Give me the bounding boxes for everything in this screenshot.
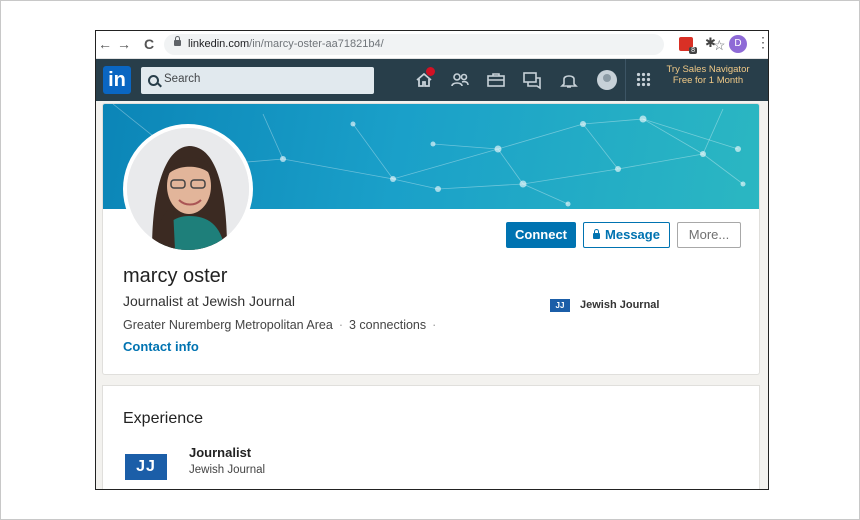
extensions-puzzle-icon[interactable]: ✱ (705, 35, 716, 51)
connections-count[interactable]: 3 connections (349, 318, 426, 332)
forward-arrow-icon[interactable]: → (115, 35, 133, 53)
message-button[interactable]: Message (583, 222, 670, 248)
header-divider (625, 59, 626, 101)
url-text[interactable]: linkedin.com/in/marcy-oster-aa71821b4/ (188, 38, 384, 50)
more-button[interactable]: More... (677, 222, 741, 248)
work-grid-icon[interactable] (636, 72, 651, 87)
lock-icon (593, 229, 601, 239)
notifications-icon[interactable] (559, 70, 579, 90)
browser-window: ← → C linkedin.com/in/marcy-oster-aa7182… (95, 30, 769, 490)
linkedin-header: in Search Try Sales Navigator Free for 1 (96, 59, 768, 101)
current-company-link[interactable]: Jewish Journal (580, 299, 659, 311)
experience-company-logo[interactable]: JJ (125, 454, 167, 480)
contact-info-link[interactable]: Contact info (123, 339, 199, 354)
profile-headline: Journalist at Jewish Journal (123, 293, 295, 309)
profile-photo[interactable] (123, 124, 253, 254)
experience-section: Experience JJ Journalist Jewish Journal (103, 386, 759, 489)
browser-menu-icon[interactable]: ⋮ (756, 34, 768, 51)
reload-icon[interactable]: C (140, 35, 158, 53)
back-arrow-icon[interactable]: ← (96, 35, 114, 53)
profile-name: marcy oster (123, 265, 228, 287)
address-bar[interactable]: linkedin.com/in/marcy-oster-aa71821b4/ ☆ (164, 34, 726, 55)
message-button-label: Message (605, 227, 660, 242)
experience-company: Jewish Journal (189, 464, 266, 476)
jobs-icon[interactable] (486, 70, 506, 90)
home-icon[interactable] (414, 67, 435, 90)
extension-icon[interactable]: 8 (679, 37, 697, 54)
extension-badge: 8 (689, 47, 697, 54)
search-icon (148, 75, 159, 86)
home-notification-dot (426, 67, 435, 76)
messaging-icon[interactable] (522, 70, 542, 90)
search-input[interactable]: Search (141, 67, 374, 94)
profile-location: Greater Nuremberg Metropolitan Area (123, 318, 333, 332)
my-network-icon[interactable] (450, 70, 470, 90)
experience-role[interactable]: Journalist (189, 445, 251, 460)
search-placeholder: Search (164, 73, 201, 85)
lock-icon (174, 36, 181, 46)
browser-toolbar: ← → C linkedin.com/in/marcy-oster-aa7182… (96, 31, 768, 59)
sales-navigator-promo-link[interactable]: Try Sales Navigator Free for 1 Month (658, 64, 758, 86)
browser-profile-avatar[interactable]: D (729, 35, 747, 53)
profile-meta: Greater Nuremberg Metropolitan Area · 3 co… (123, 318, 437, 332)
profile-card: Connect Message More... marcy oster Jour… (103, 104, 759, 374)
url-path: /in/marcy-oster-aa71821b4/ (249, 38, 384, 50)
profile-photo-image (127, 128, 249, 250)
url-host: linkedin.com (188, 38, 250, 50)
experience-heading: Experience (123, 410, 204, 427)
linkedin-logo[interactable]: in (103, 66, 131, 94)
me-avatar[interactable] (597, 70, 617, 90)
current-company-logo[interactable]: JJ (550, 299, 570, 312)
connect-button[interactable]: Connect (506, 222, 576, 248)
